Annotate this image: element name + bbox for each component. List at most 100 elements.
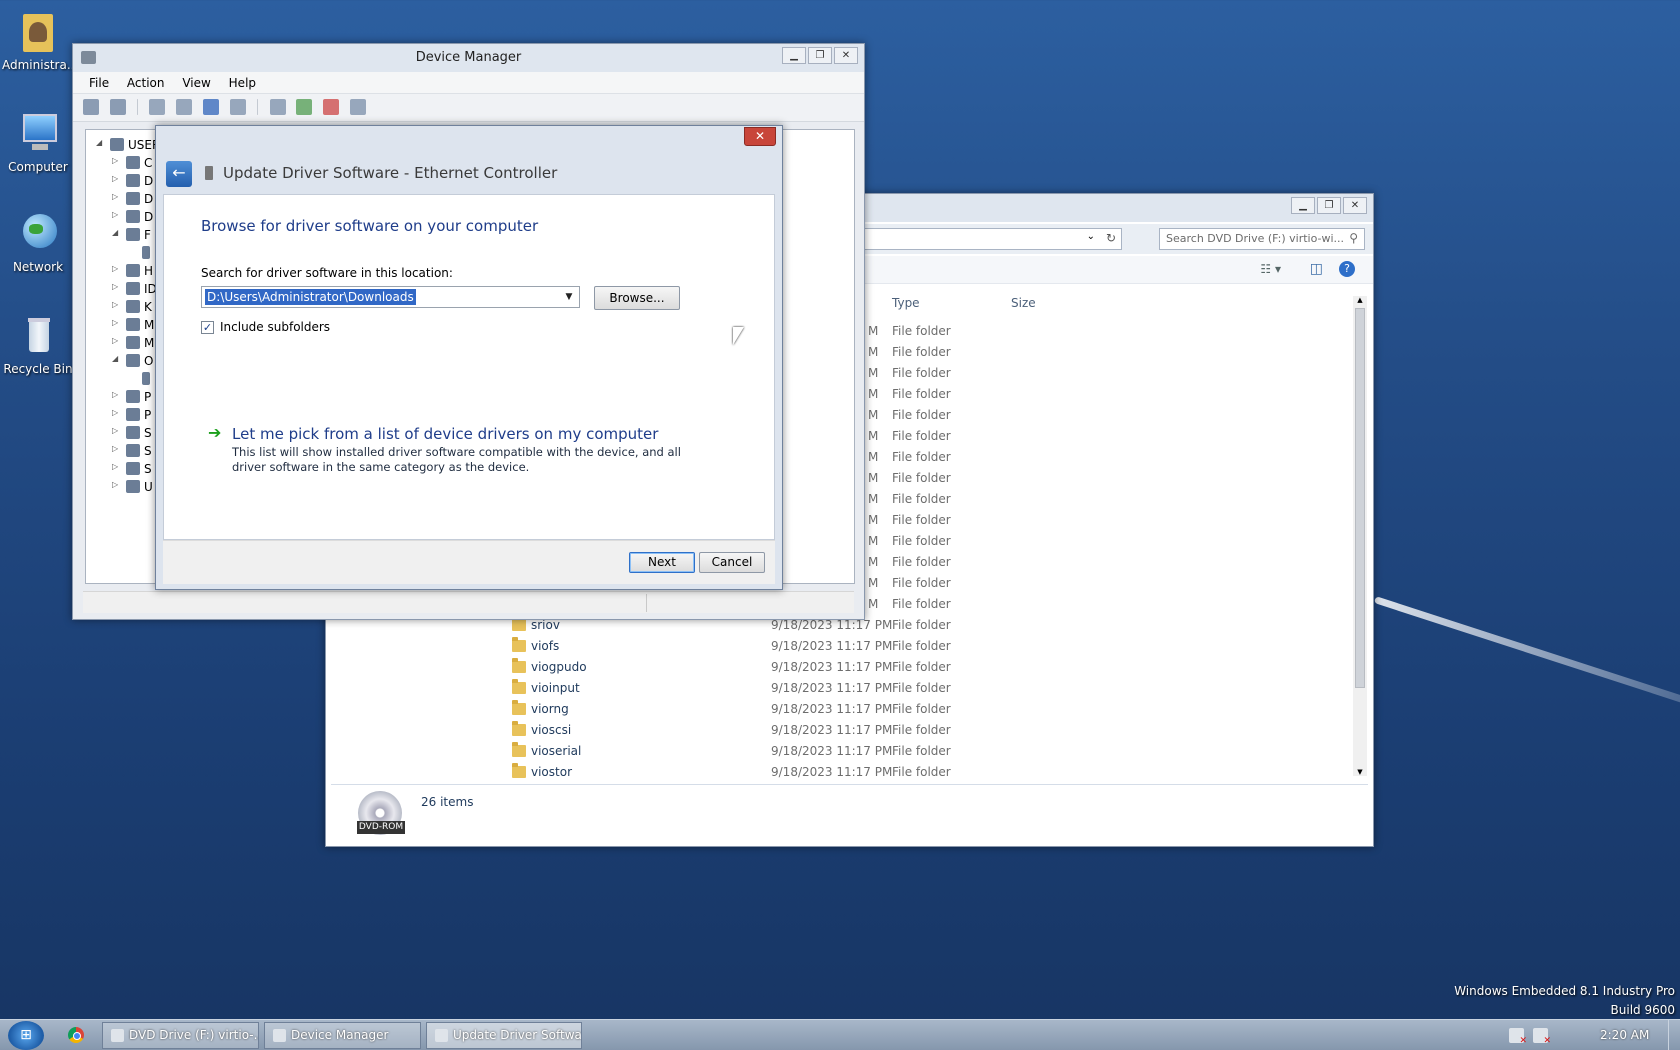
minimize-button[interactable]: ▁ xyxy=(782,47,806,64)
dialog-close-button[interactable]: ✕ xyxy=(744,127,776,146)
driver-path-combobox[interactable]: D:\Users\Administrator\Downloads ▼ xyxy=(201,286,580,308)
device-category-icon xyxy=(126,300,140,313)
file-row[interactable]: vioserial 9/18/2023 11:17 PM File folder xyxy=(326,741,1356,762)
scroll-down-icon[interactable]: ▼ xyxy=(1353,768,1367,776)
scan-hardware-icon[interactable] xyxy=(269,99,286,115)
computer-icon xyxy=(110,138,124,151)
action-center-alert-icon[interactable] xyxy=(1509,1028,1527,1046)
file-date-tail: M xyxy=(868,534,879,548)
expand-icon[interactable]: ▷ xyxy=(112,210,118,219)
pick-from-list-link[interactable]: Let me pick from a list of device driver… xyxy=(232,425,658,443)
network-disconnected-icon[interactable] xyxy=(1533,1028,1551,1046)
expand-icon[interactable]: ▷ xyxy=(112,300,118,309)
next-button[interactable]: Next xyxy=(629,552,695,573)
forward-arrow-icon[interactable] xyxy=(109,99,126,115)
back-arrow-icon[interactable] xyxy=(83,99,99,115)
properties-icon[interactable] xyxy=(176,99,193,115)
refresh-icon[interactable]: ↻ xyxy=(1106,231,1116,245)
device-category-icon xyxy=(126,282,140,295)
desktop-icon-administrator[interactable]: Administra... xyxy=(2,8,78,72)
maximize-button[interactable]: ❐ xyxy=(808,47,832,64)
close-button[interactable]: ✕ xyxy=(1343,197,1367,214)
help-icon[interactable] xyxy=(203,99,220,115)
file-date-tail: M xyxy=(868,429,879,443)
include-subfolders-checkbox[interactable]: ✓ xyxy=(201,321,214,334)
expand-icon[interactable]: ▷ xyxy=(112,264,118,273)
collapse-icon[interactable]: ◢ xyxy=(112,228,118,237)
uninstall-device-icon[interactable] xyxy=(323,99,340,115)
scroll-up-icon[interactable]: ▲ xyxy=(1353,296,1367,304)
expand-icon[interactable]: ▷ xyxy=(112,156,118,165)
minimize-button[interactable]: ▁ xyxy=(1291,197,1315,214)
expand-icon[interactable]: ▷ xyxy=(112,192,118,201)
taskbar-explorer[interactable]: DVD Drive (F:) virtio-... xyxy=(102,1022,259,1049)
folder-icon xyxy=(512,763,526,778)
device-category-icon xyxy=(126,228,140,241)
taskbar-update-driver[interactable]: Update Driver Softwa... xyxy=(426,1022,582,1049)
expand-icon[interactable]: ▷ xyxy=(112,318,118,327)
update-driver-icon[interactable] xyxy=(296,99,313,115)
driver-path-value[interactable]: D:\Users\Administrator\Downloads xyxy=(205,289,416,305)
collapse-icon[interactable]: ◢ xyxy=(112,354,118,363)
expand-icon[interactable]: ▷ xyxy=(112,462,118,471)
back-button[interactable]: ← xyxy=(166,161,192,187)
menu-action[interactable]: Action xyxy=(127,76,165,90)
file-type: File folder xyxy=(892,597,951,611)
cancel-button[interactable]: Cancel xyxy=(699,552,765,573)
expand-icon[interactable]: ▷ xyxy=(112,480,118,489)
expand-icon[interactable]: ▷ xyxy=(112,390,118,399)
view-options-icon[interactable]: ☷ ▾ xyxy=(1260,262,1281,276)
file-name: viorng xyxy=(531,702,569,716)
dropdown-arrow-icon[interactable]: ▼ xyxy=(561,287,577,307)
expand-icon[interactable]: ▷ xyxy=(112,282,118,291)
collapse-icon[interactable]: ◢ xyxy=(96,138,102,147)
chevron-down-icon[interactable]: ⌄ xyxy=(1087,231,1095,242)
desktop-icon-computer[interactable]: Computer xyxy=(2,110,74,174)
file-row[interactable]: viofs 9/18/2023 11:17 PM File folder xyxy=(326,636,1356,657)
show-hide-tree-icon[interactable] xyxy=(149,99,166,115)
expand-icon[interactable]: ▷ xyxy=(112,444,118,453)
start-button[interactable]: ⊞ xyxy=(8,1021,44,1050)
file-row[interactable]: vioinput 9/18/2023 11:17 PM File folder xyxy=(326,678,1356,699)
show-desktop-button[interactable] xyxy=(1668,1020,1680,1050)
expand-icon[interactable]: ▷ xyxy=(112,426,118,435)
column-size[interactable]: Size xyxy=(1011,296,1036,310)
enable-device-icon[interactable] xyxy=(350,99,367,115)
include-subfolders-label[interactable]: Include subfolders xyxy=(220,320,330,334)
tree-item-label: U xyxy=(144,480,153,494)
menu-view[interactable]: View xyxy=(182,76,210,90)
update-driver-dialog[interactable]: ✕ ← Update Driver Software - Ethernet Co… xyxy=(155,125,783,590)
expand-icon[interactable]: ▷ xyxy=(112,174,118,183)
file-row[interactable]: viorng 9/18/2023 11:17 PM File folder xyxy=(326,699,1356,720)
desktop-icon-network[interactable]: Network xyxy=(2,210,74,274)
help-icon[interactable]: ? xyxy=(1339,261,1355,277)
expand-icon[interactable]: ▷ xyxy=(112,408,118,417)
file-row[interactable]: vioscsi 9/18/2023 11:17 PM File folder xyxy=(326,720,1356,741)
expand-icon[interactable]: ▷ xyxy=(112,336,118,345)
column-type[interactable]: Type xyxy=(892,296,920,310)
menu-help[interactable]: Help xyxy=(229,76,256,90)
device-category-icon xyxy=(126,444,140,457)
file-name: sriov xyxy=(531,618,560,632)
vertical-scrollbar[interactable]: ▲ ▼ xyxy=(1353,296,1367,776)
device-manager-titlebar[interactable]: Device Manager ▁ ❐ ✕ xyxy=(73,44,864,72)
console-view-icon[interactable] xyxy=(229,99,246,115)
browse-button[interactable]: Browse... xyxy=(594,286,680,310)
file-type: File folder xyxy=(892,534,951,548)
file-row[interactable]: viostor 9/18/2023 11:17 PM File folder xyxy=(326,762,1356,783)
search-input[interactable]: Search DVD Drive (F:) virtio-wi... ⚲ xyxy=(1159,228,1365,250)
maximize-button[interactable]: ❐ xyxy=(1317,197,1341,214)
preview-pane-icon[interactable]: ◫ xyxy=(1310,261,1323,277)
file-name: vioscsi xyxy=(531,723,572,737)
taskbar-device-manager[interactable]: Device Manager xyxy=(264,1022,421,1049)
close-button[interactable]: ✕ xyxy=(834,47,858,64)
file-type: File folder xyxy=(892,408,951,422)
scrollbar-thumb[interactable] xyxy=(1355,308,1365,688)
chrome-icon[interactable] xyxy=(68,1027,84,1043)
file-date-tail: M xyxy=(868,492,879,506)
desktop-icon-recycle-bin[interactable]: Recycle Bin xyxy=(2,312,74,376)
file-row[interactable]: viogpudo 9/18/2023 11:17 PM File folder xyxy=(326,657,1356,678)
clock[interactable]: 2:20 AM xyxy=(1600,1028,1649,1042)
mouse-cursor-icon xyxy=(733,327,744,345)
menu-file[interactable]: File xyxy=(89,76,109,90)
